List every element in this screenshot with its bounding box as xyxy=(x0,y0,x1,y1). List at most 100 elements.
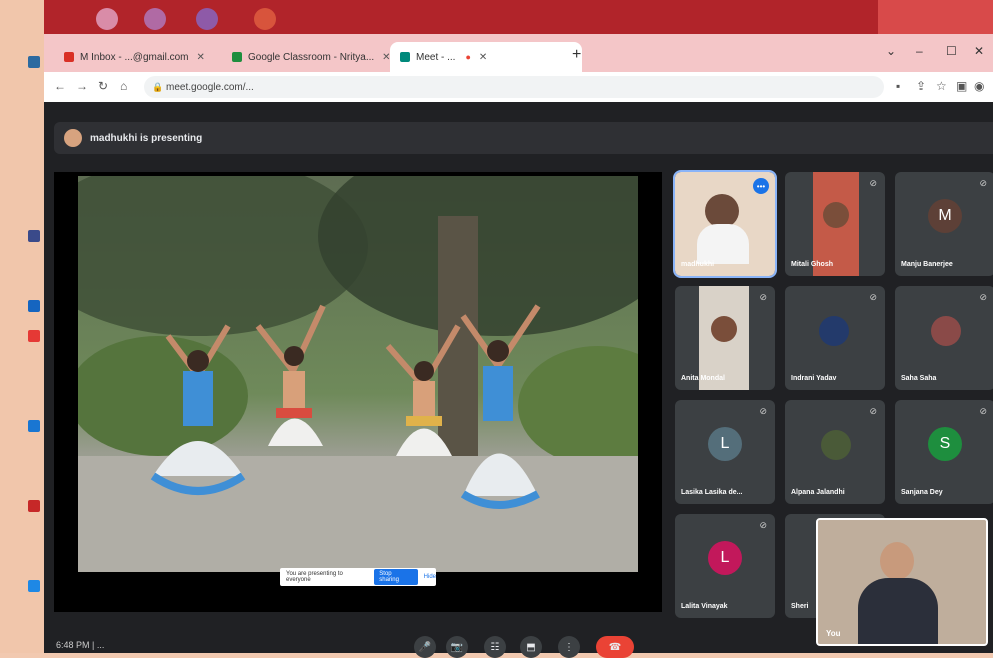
participant-body xyxy=(697,224,749,264)
close-icon[interactable]: ✕ xyxy=(197,52,205,63)
participant-name: Anita Mondal xyxy=(681,375,725,382)
participant-name: Sheri xyxy=(791,603,809,610)
address-bar[interactable]: 🔒 meet.google.com/... xyxy=(144,76,884,98)
app-icon[interactable] xyxy=(254,8,276,30)
new-tab-button[interactable]: + xyxy=(572,46,581,64)
forward-icon[interactable]: → xyxy=(76,79,88,93)
presenter-avatar xyxy=(64,129,82,147)
recording-dot-icon: ● xyxy=(465,52,471,62)
mic-off-icon: ⊘ xyxy=(979,406,987,416)
end-call-button[interactable]: ☎ xyxy=(596,636,634,658)
tab-label: Meet - ... xyxy=(416,51,456,63)
mic-off-icon: ⊘ xyxy=(869,406,877,416)
mic-off-icon: ⊘ xyxy=(759,292,767,302)
taskbar-region xyxy=(878,0,993,34)
browser-window: M Inbox - ...@gmail.com ✕ Google Classro… xyxy=(44,34,993,658)
minimize-button[interactable]: – xyxy=(916,44,923,58)
mic-off-icon: ⊘ xyxy=(869,292,877,302)
mic-off-icon: ⊘ xyxy=(759,406,767,416)
shared-video xyxy=(78,176,638,572)
participant-tile[interactable]: ⊘ Alpana Jalandhi xyxy=(785,400,885,504)
maximize-button[interactable]: ☐ xyxy=(946,44,957,58)
close-window-button[interactable]: ✕ xyxy=(974,44,984,58)
participant-face xyxy=(711,316,737,342)
participant-avatar: M xyxy=(928,198,962,233)
camera-indicator-icon[interactable]: ▪ xyxy=(896,79,900,93)
tab-gmail[interactable]: M Inbox - ...@gmail.com ✕ xyxy=(54,42,234,72)
meet-icon xyxy=(400,52,410,62)
participant-tile[interactable]: L ⊘ Lalita Vinayak xyxy=(675,514,775,618)
star-icon[interactable]: ☆ xyxy=(936,79,947,93)
app-icon[interactable] xyxy=(96,8,118,30)
captions-button[interactable]: ☷ xyxy=(484,636,506,658)
participant-name: Mitali Ghosh xyxy=(791,261,833,268)
presenting-banner: madhukhi is presenting xyxy=(54,122,993,154)
lock-icon: 🔒 xyxy=(152,81,164,92)
participant-tile[interactable]: ⊘ Indrani Yadav xyxy=(785,286,885,390)
close-icon[interactable]: ✕ xyxy=(479,52,487,63)
participant-face xyxy=(705,194,739,228)
participant-tile[interactable]: ⊘ Mitali Ghosh xyxy=(785,172,885,276)
tab-label: M Inbox - ...@gmail.com xyxy=(80,51,189,63)
desktop-icon[interactable] xyxy=(28,56,40,68)
participant-photo xyxy=(819,316,849,346)
tab-label: Google Classroom - Nritya... xyxy=(248,51,375,63)
mic-off-icon: ⊘ xyxy=(869,178,877,188)
camera-button[interactable]: 📷 xyxy=(446,636,468,658)
more-options-icon[interactable]: ••• xyxy=(753,178,769,194)
more-button[interactable]: ⋮ xyxy=(558,636,580,658)
self-view[interactable]: You xyxy=(816,518,988,646)
toolbar: ← → ↻ ⌂ 🔒 meet.google.com/... ▪ ⇪ ☆ ▣ ◉ xyxy=(44,72,993,102)
participant-face xyxy=(823,202,849,228)
presenting-text: madhukhi is presenting xyxy=(90,132,203,144)
meeting-time: 6:48 PM | ... xyxy=(56,640,105,650)
participant-name: Lasika Lasika de... xyxy=(681,489,743,496)
desktop-icon[interactable] xyxy=(28,500,40,512)
participant-tile[interactable]: L ⊘ Lasika Lasika de... xyxy=(675,400,775,504)
tab-search-button[interactable]: ⌄ xyxy=(886,44,896,58)
participant-tile[interactable]: ⊘ Anita Mondal xyxy=(675,286,775,390)
participant-name: Saha Saha xyxy=(901,375,937,382)
participant-tile[interactable]: ⊘ Saha Saha xyxy=(895,286,993,390)
participant-tile[interactable]: M ⊘ Manju Banerjee xyxy=(895,172,993,276)
extension-icon[interactable]: ▣ xyxy=(956,79,967,93)
hide-button[interactable]: Hide xyxy=(424,574,436,580)
meeting-controls: 6:48 PM | ... 🎤 📷 ☷ ⬒ ⋮ ☎ xyxy=(44,630,993,658)
mic-off-icon: ⊘ xyxy=(979,178,987,188)
url-text: meet.google.com/... xyxy=(166,81,254,93)
participant-photo xyxy=(821,430,851,460)
stop-sharing-button[interactable]: Stop sharing xyxy=(374,569,418,585)
back-icon[interactable]: ← xyxy=(54,79,66,93)
mic-off-icon: ⊘ xyxy=(759,520,767,530)
tab-classroom[interactable]: Google Classroom - Nritya... ✕ xyxy=(222,42,402,72)
reload-icon[interactable]: ↻ xyxy=(98,79,108,93)
desktop-edge xyxy=(0,0,44,653)
desktop-icon[interactable] xyxy=(28,230,40,242)
share-icon[interactable]: ⇪ xyxy=(916,79,926,93)
app-icon[interactable] xyxy=(144,8,166,30)
gmail-icon xyxy=(64,52,74,62)
participant-name: Lalita Vinayak xyxy=(681,603,728,610)
app-icon[interactable] xyxy=(196,8,218,30)
participant-photo xyxy=(931,316,961,346)
participant-avatar: L xyxy=(708,426,742,461)
desktop-icon[interactable] xyxy=(28,420,40,432)
desktop-icon[interactable] xyxy=(28,300,40,312)
top-taskbar xyxy=(44,0,993,34)
dance-scene xyxy=(78,176,638,572)
present-button[interactable]: ⬒ xyxy=(520,636,542,658)
mic-button[interactable]: 🎤 xyxy=(414,636,436,658)
participant-tile[interactable]: ••• madhukhi xyxy=(673,170,777,278)
profile-icon[interactable]: ◉ xyxy=(974,79,984,93)
desktop-icon[interactable] xyxy=(28,580,40,592)
tab-meet[interactable]: Meet - ... ● ✕ xyxy=(390,42,582,72)
meet-main: madhukhi is presenting You are presentin… xyxy=(44,102,993,658)
desktop-icon[interactable] xyxy=(28,330,40,342)
participant-name: Sanjana Dey xyxy=(901,489,943,496)
home-icon[interactable]: ⌂ xyxy=(120,79,127,93)
mic-off-icon: ⊘ xyxy=(979,292,987,302)
participant-avatar: L xyxy=(708,540,742,575)
self-face xyxy=(880,542,914,580)
participant-tile[interactable]: S ⊘ Sanjana Dey xyxy=(895,400,993,504)
tab-strip: M Inbox - ...@gmail.com ✕ Google Classro… xyxy=(44,34,993,72)
